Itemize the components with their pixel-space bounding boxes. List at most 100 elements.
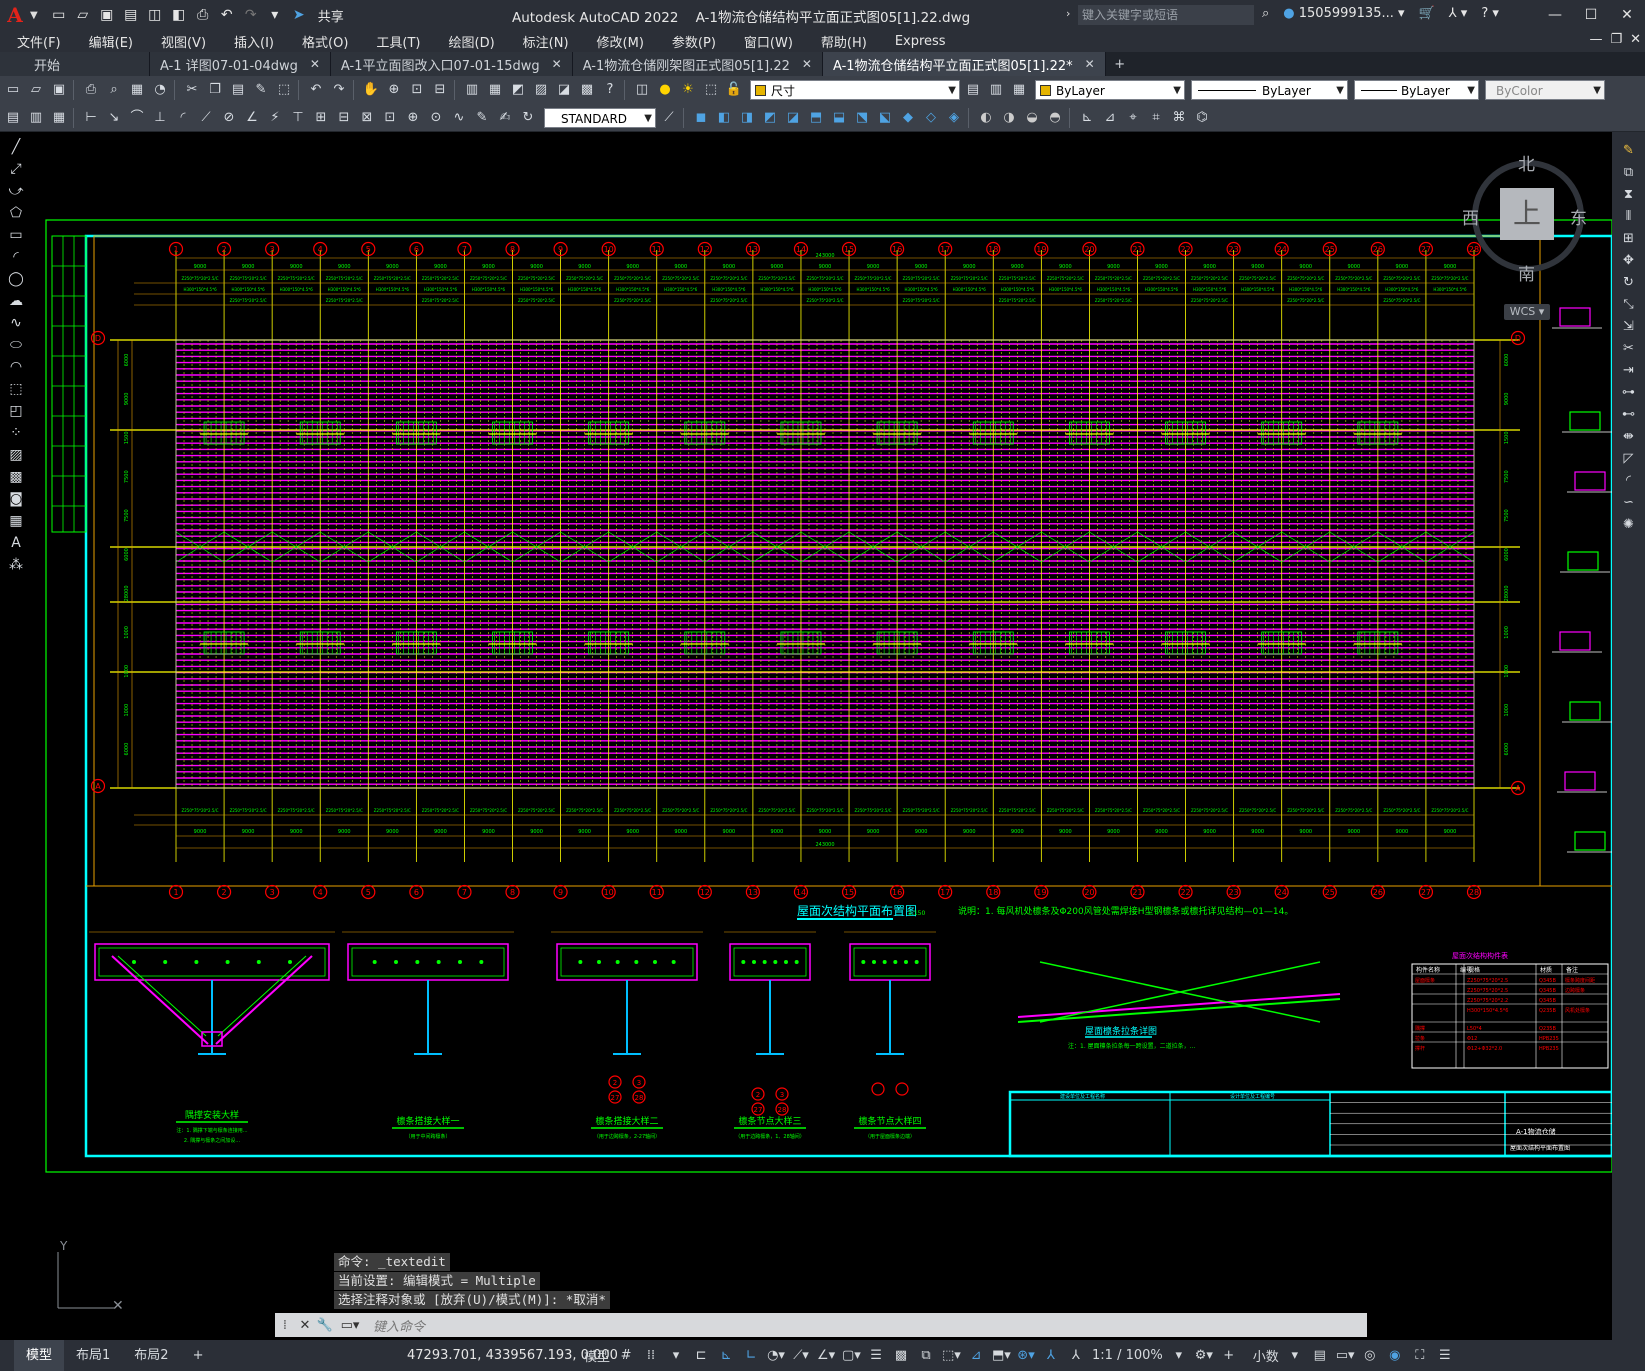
redo-icon[interactable]: ↷ <box>329 80 349 100</box>
menu-item[interactable]: 标注(N) <box>506 32 580 51</box>
ortho-icon[interactable]: ∟ <box>742 1348 760 1363</box>
compass-north[interactable]: 北 <box>1518 150 1535 175</box>
add-layout-icon[interactable]: + <box>181 1340 216 1371</box>
maximize-icon[interactable]: ☐ <box>1573 0 1609 30</box>
zoom-previous-icon[interactable]: ⊟ <box>430 80 450 100</box>
arc-icon[interactable]: ◜ <box>4 246 28 268</box>
jogged-linear-icon[interactable]: ∿ <box>449 108 469 128</box>
dynamic-input-icon[interactable]: ⊾ <box>717 1348 735 1363</box>
close-tab-icon[interactable]: ✕ <box>1085 57 1095 71</box>
dim-linear-icon[interactable]: ⊢ <box>81 108 101 128</box>
save-icon[interactable]: ▣ <box>98 6 116 24</box>
construction-line-icon[interactable]: ⤢ <box>4 158 28 180</box>
dim-break-icon[interactable]: ⊠ <box>357 108 377 128</box>
workspace-gear-icon[interactable]: ⚙▾ <box>1195 1348 1213 1363</box>
scale-icon[interactable]: ⤡ <box>1612 294 1645 316</box>
polyline-icon[interactable]: ⤻ <box>4 180 28 202</box>
blend-curves-icon[interactable]: ∽ <box>1612 492 1645 514</box>
layer-thaw-icon[interactable]: ☀ <box>678 80 698 100</box>
menu-item[interactable]: Express <box>878 34 957 49</box>
explode-icon[interactable]: ✺ <box>1612 514 1645 536</box>
markup-icon[interactable]: ◪ <box>554 80 574 100</box>
snap-icon[interactable]: ⁞⁞ <box>642 1348 660 1363</box>
block-editor-icon[interactable]: ⬚ <box>274 80 294 100</box>
viewcube[interactable]: 上 北 南 东 西 WCS ▾ <box>1462 155 1587 320</box>
layer-properties-icon[interactable]: ◫ <box>632 80 652 100</box>
dim-jogged-icon[interactable]: ⟋ <box>196 108 216 128</box>
osnap-icon[interactable]: ▢▾ <box>842 1348 861 1363</box>
plot-icon[interactable]: ⎙ <box>194 6 212 24</box>
file-tab[interactable]: A-1平立面图改入口07-01-15dwg ✕ <box>330 52 573 76</box>
help-icon[interactable]: ? <box>600 80 620 100</box>
ucs-world-icon[interactable]: ⊿ <box>1100 108 1120 128</box>
calculator-icon[interactable]: ▩ <box>577 80 597 100</box>
grid-icon[interactable]: # <box>617 1348 635 1363</box>
draw-order-front-icon[interactable]: ▥ <box>26 108 46 128</box>
isolate-objects-icon[interactable]: ◎ <box>1361 1348 1379 1363</box>
command-input[interactable]: 键入命令 <box>373 1316 425 1335</box>
match-properties-icon[interactable]: ✎ <box>251 80 271 100</box>
trim-icon[interactable]: ✂ <box>1612 338 1645 360</box>
layout-tab-1[interactable]: 布局1 <box>64 1340 122 1371</box>
dim-space-icon[interactable]: ⊟ <box>334 108 354 128</box>
inspection-icon[interactable]: ⊙ <box>426 108 446 128</box>
tool-palettes-icon[interactable]: ◩ <box>508 80 528 100</box>
intersect-icon[interactable]: ⬕ <box>875 108 895 128</box>
sheet-set-icon[interactable]: ▨ <box>531 80 551 100</box>
insert-block-icon[interactable]: ⬚ <box>4 378 28 400</box>
polar-icon[interactable]: ◔▾ <box>767 1348 785 1363</box>
gradient-icon[interactable]: ▩ <box>4 466 28 488</box>
file-tab[interactable]: A-1 详图07-01-04dwg ✕ <box>150 52 331 76</box>
layer-previous-icon[interactable]: ▥ <box>986 80 1006 100</box>
scale-menu-icon[interactable]: ▾ <box>1170 1348 1188 1363</box>
menu-item[interactable]: 视图(V) <box>144 32 217 51</box>
new-icon[interactable]: ▭ <box>50 6 68 24</box>
stretch-icon[interactable]: ⇲ <box>1612 316 1645 338</box>
app-menu-chevron-icon[interactable]: ▼ <box>30 10 38 21</box>
dim-diameter-icon[interactable]: ⊘ <box>219 108 239 128</box>
erase-icon[interactable]: ✎ <box>1612 140 1645 162</box>
transparency-icon[interactable]: ▩ <box>892 1348 910 1363</box>
point-icon[interactable]: ⁘ <box>4 422 28 444</box>
command-line-grip-icon[interactable]: ⁞ <box>275 1318 295 1333</box>
sweep-icon[interactable]: ◩ <box>760 108 780 128</box>
menu-item[interactable]: 窗口(W) <box>727 32 804 51</box>
dimstyle-dropdown[interactable]: STANDARD ▼ <box>544 107 656 128</box>
layer-on-icon[interactable]: ● <box>655 80 675 100</box>
cart-icon[interactable]: 🛒 <box>1419 6 1435 21</box>
annotation-monitor-icon[interactable]: + <box>1220 1348 1238 1363</box>
copy-icon[interactable]: ⧉ <box>1612 162 1645 184</box>
menu-item[interactable]: 参数(P) <box>655 32 727 51</box>
compass-west[interactable]: 西 <box>1462 204 1479 229</box>
revision-cloud-icon[interactable]: ☁ <box>4 290 28 312</box>
ellipse-arc-icon[interactable]: ◠ <box>4 356 28 378</box>
isodraft-icon[interactable]: ⟋▾ <box>792 1348 810 1363</box>
annotation-visibility-icon[interactable]: ⅄ <box>1042 1348 1060 1363</box>
hatch-icon[interactable]: ▨ <box>4 444 28 466</box>
lock-ui-icon[interactable]: ▭▾ <box>1336 1348 1355 1363</box>
snap-menu-icon[interactable]: ▾ <box>667 1348 685 1363</box>
thicken-icon[interactable]: ◇ <box>921 108 941 128</box>
share-icon[interactable]: ➤ <box>290 6 308 24</box>
paste-icon[interactable]: ▤ <box>228 80 248 100</box>
ucs-object-icon[interactable]: ⌘ <box>1169 108 1189 128</box>
selection-filter-icon[interactable]: ⬒▾ <box>992 1348 1011 1363</box>
quick-properties-icon[interactable]: ▤ <box>1311 1348 1329 1363</box>
polygon-icon[interactable]: ⬠ <box>4 202 28 224</box>
make-current-layer-icon[interactable]: ▤ <box>963 80 983 100</box>
wcs-menu[interactable]: WCS ▾ <box>1504 304 1550 320</box>
menu-item[interactable]: 编辑(E) <box>72 32 144 51</box>
viewcube-top-face[interactable]: 上 <box>1500 188 1554 240</box>
layout-tab-model[interactable]: 模型 <box>14 1340 65 1371</box>
circle-icon[interactable]: ◯ <box>4 268 28 290</box>
user-account[interactable]: ● 1505999135... ▾ <box>1283 6 1404 21</box>
move-faces-icon[interactable]: ◑ <box>999 108 1019 128</box>
file-tab[interactable]: A-1物流仓储刚架图正式图05[1].22 ✕ <box>572 52 823 76</box>
table-icon[interactable]: ▦ <box>4 510 28 532</box>
layer-unlock-icon[interactable]: 🔓 <box>724 80 744 100</box>
pan-icon[interactable]: ✋ <box>361 80 381 100</box>
search-expand-icon[interactable]: › <box>1066 7 1070 20</box>
menu-item[interactable]: 绘图(D) <box>432 32 506 51</box>
properties-icon[interactable]: ▥ <box>462 80 482 100</box>
ellipse-icon[interactable]: ⬭ <box>4 334 28 356</box>
